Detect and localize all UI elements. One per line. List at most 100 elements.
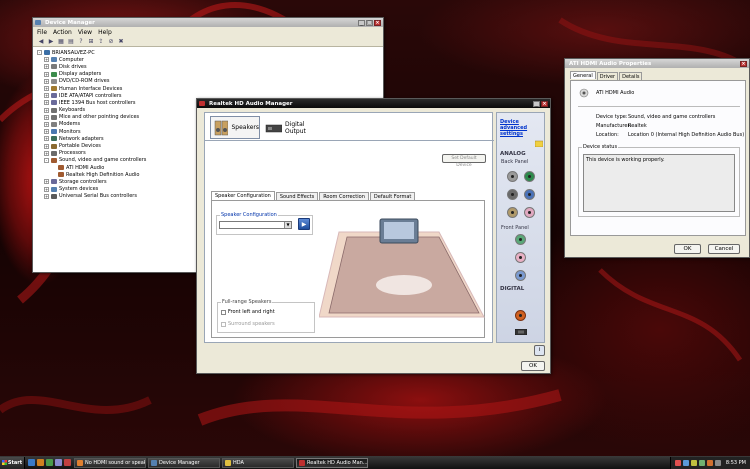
tree-view-icon[interactable]: ▦ xyxy=(57,37,65,45)
back-panel-jack-pink[interactable] xyxy=(524,207,535,218)
realtek-ok-button[interactable]: OK xyxy=(521,361,545,371)
tree-item[interactable]: + Disk drives xyxy=(37,63,379,70)
maximize-button[interactable]: □ xyxy=(366,19,373,26)
device-category-icon xyxy=(51,150,57,156)
tray-updates-icon[interactable] xyxy=(690,459,697,466)
tab-speaker-configuration[interactable]: Speaker Configuration xyxy=(211,191,275,200)
collapse-icon[interactable]: - xyxy=(37,50,42,56)
play-test-button[interactable]: ▶ xyxy=(298,218,310,230)
front-panel-jack-pink[interactable] xyxy=(515,252,526,263)
update-driver-icon[interactable]: ⇪ xyxy=(97,37,105,45)
back-panel-jack-tan[interactable] xyxy=(507,207,518,218)
back-panel-jack-blue[interactable] xyxy=(524,189,535,200)
front-panel-jack-blue[interactable] xyxy=(515,270,526,281)
uninstall-device-icon[interactable]: ✖ xyxy=(117,37,125,45)
device-manager-title: Device Manager xyxy=(45,19,95,26)
show-desktop-icon[interactable] xyxy=(28,459,35,466)
realtek-close-button[interactable]: × xyxy=(541,100,548,107)
expand-icon[interactable]: + xyxy=(44,71,49,77)
back-panel-jack-dark-gray[interactable] xyxy=(507,189,518,200)
clock[interactable]: 8:53 PM xyxy=(726,460,746,466)
surround-checkbox-row[interactable]: Surround speakers xyxy=(221,320,275,328)
tree-item[interactable]: + Computer xyxy=(37,56,379,63)
firefox-icon[interactable] xyxy=(37,459,44,466)
expand-icon[interactable]: + xyxy=(44,150,49,156)
ati-ok-button[interactable]: OK xyxy=(674,244,701,254)
disable-device-icon[interactable]: ⊘ xyxy=(107,37,115,45)
start-button[interactable]: Start xyxy=(0,456,25,469)
tray-security-icon[interactable] xyxy=(674,459,681,466)
realtek-audio-manager-window[interactable]: Realtek HD Audio Manager _ × Speakers Di… xyxy=(196,98,719,374)
ati-close-button[interactable]: × xyxy=(740,60,747,67)
menu-action[interactable]: Action xyxy=(53,29,72,36)
ati-cancel-button[interactable]: Cancel xyxy=(708,244,740,254)
tree-item[interactable]: + DVD/CD-ROM drives xyxy=(37,78,379,85)
info-button[interactable]: i xyxy=(534,345,545,356)
tray-volume-icon[interactable] xyxy=(698,459,705,466)
properties-icon[interactable]: ▤ xyxy=(67,37,75,45)
taskbar-button[interactable]: No HDMI sound or speak... xyxy=(74,457,146,468)
expand-icon[interactable]: + xyxy=(44,100,49,106)
device-status-textbox[interactable]: This device is working properly. xyxy=(583,154,735,212)
tab-general[interactable]: General xyxy=(570,71,596,79)
expand-icon[interactable]: + xyxy=(44,93,49,99)
ati-hdmi-audio-properties-window[interactable]: ATI HDMI Audio Properties × General Driv… xyxy=(564,58,750,258)
back-arrow-icon[interactable]: ◀ xyxy=(37,37,45,45)
tray-device-icon[interactable] xyxy=(714,459,721,466)
minimize-button[interactable]: _ xyxy=(358,19,365,26)
expand-icon[interactable]: + xyxy=(44,107,49,113)
scan-hardware-icon[interactable]: ⊞ xyxy=(87,37,95,45)
expand-icon[interactable]: + xyxy=(44,179,49,185)
device-manager-titlebar[interactable]: Device Manager _ □ × xyxy=(33,18,383,27)
tree-item-label: Display adapters xyxy=(59,71,102,78)
realtek-minimize-button[interactable]: _ xyxy=(533,100,540,107)
help-icon[interactable]: ? xyxy=(77,37,85,45)
chevron-down-icon[interactable]: ▼ xyxy=(284,222,291,228)
collapse-icon[interactable]: - xyxy=(44,157,49,163)
messenger-icon[interactable] xyxy=(55,459,62,466)
coaxial-output-jack[interactable] xyxy=(515,310,526,321)
expand-icon[interactable]: + xyxy=(44,193,49,199)
back-panel-jack-gray[interactable] xyxy=(507,171,518,182)
speaker-config-select[interactable]: ▼ xyxy=(219,221,292,229)
expand-icon[interactable]: + xyxy=(44,136,49,142)
forward-arrow-icon[interactable]: ▶ xyxy=(47,37,55,45)
expand-icon[interactable]: + xyxy=(44,57,49,63)
expand-icon[interactable]: + xyxy=(44,86,49,92)
speakers-device-tab[interactable]: Speakers xyxy=(210,116,260,139)
expand-icon[interactable]: + xyxy=(44,129,49,135)
realtek-titlebar[interactable]: Realtek HD Audio Manager _ × xyxy=(197,99,550,108)
taskbar-button[interactable]: Device Manager xyxy=(148,457,220,468)
menu-view[interactable]: View xyxy=(78,29,92,36)
expand-icon[interactable]: + xyxy=(44,64,49,70)
front-panel-jack-green[interactable] xyxy=(515,234,526,245)
tree-item[interactable]: + Human Interface Devices xyxy=(37,85,379,92)
set-default-device-button[interactable]: Set Default Device xyxy=(442,154,486,168)
expand-icon[interactable]: + xyxy=(44,186,49,192)
tree-item[interactable]: + Display adapters xyxy=(37,71,379,78)
quick-launch-app-icon[interactable] xyxy=(64,459,71,466)
front-left-right-checkbox[interactable] xyxy=(221,309,226,315)
digital-output-device-tab[interactable]: Digital Output xyxy=(265,121,325,135)
surround-checkbox[interactable] xyxy=(221,321,226,327)
expand-icon[interactable]: + xyxy=(44,114,49,120)
expand-icon[interactable]: + xyxy=(44,143,49,149)
optical-output-jack-icon[interactable] xyxy=(515,329,527,335)
realtek-title: Realtek HD Audio Manager xyxy=(209,100,293,107)
tray-realtek-icon[interactable] xyxy=(706,459,713,466)
media-player-icon[interactable] xyxy=(46,459,53,466)
menu-help[interactable]: Help xyxy=(98,29,112,36)
front-left-right-checkbox-row[interactable]: Front left and right xyxy=(221,308,275,316)
expand-icon[interactable]: + xyxy=(44,121,49,127)
back-panel-jack-green[interactable] xyxy=(524,171,535,182)
ati-properties-titlebar[interactable]: ATI HDMI Audio Properties × xyxy=(565,59,749,68)
taskbar-button[interactable]: HDA xyxy=(222,457,294,468)
tree-item[interactable]: - BRIANSALVEZ-PC xyxy=(37,49,379,56)
tray-network-icon[interactable] xyxy=(682,459,689,466)
expand-icon[interactable]: + xyxy=(44,78,49,84)
taskbar-button[interactable]: Realtek HD Audio Man... xyxy=(296,457,368,468)
folder-icon[interactable] xyxy=(535,139,543,147)
close-button[interactable]: × xyxy=(374,19,381,26)
menu-file[interactable]: File xyxy=(37,29,47,36)
device-advanced-settings-link[interactable]: Device advanced settings xyxy=(500,119,542,137)
